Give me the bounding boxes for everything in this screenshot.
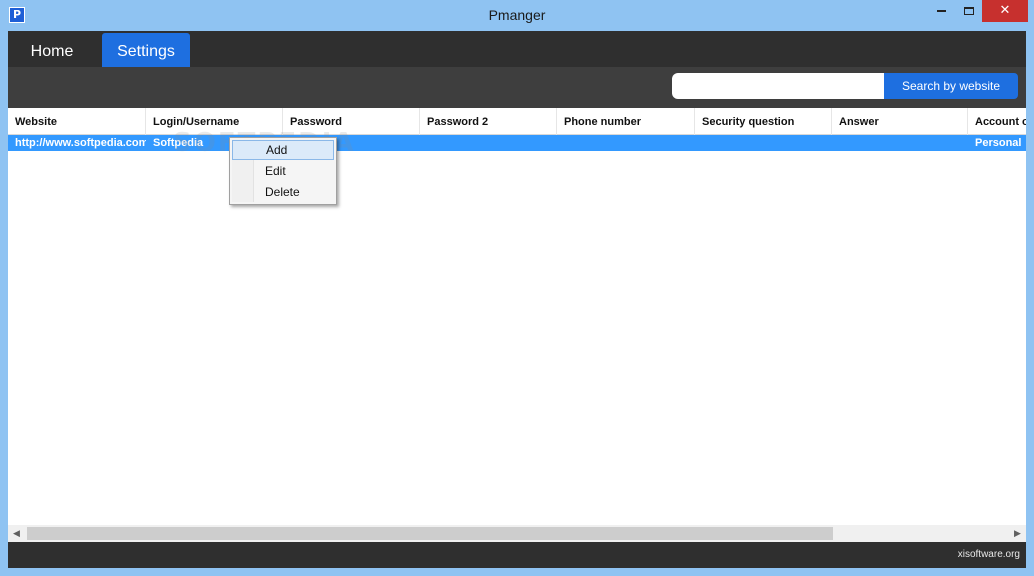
- close-icon: ✕: [999, 3, 1011, 18]
- context-menu: Add Edit Delete: [229, 137, 337, 205]
- context-menu-edit[interactable]: Edit: [232, 161, 334, 181]
- tab-bar: Home Settings: [8, 31, 1026, 67]
- minimize-icon: [936, 10, 946, 12]
- column-header-account[interactable]: Account o: [968, 108, 1026, 135]
- scroll-left-icon[interactable]: ◀: [8, 525, 25, 542]
- minimize-button[interactable]: [928, 0, 954, 22]
- cell-security-question: [695, 135, 832, 151]
- scrollbar-thumb[interactable]: [27, 527, 833, 540]
- footer-bar: xisoftware.org: [8, 542, 1026, 568]
- column-header-password2[interactable]: Password 2: [420, 108, 557, 135]
- search-by-website-button[interactable]: Search by website: [884, 73, 1018, 99]
- horizontal-scrollbar[interactable]: ◀ ▶: [8, 525, 1026, 542]
- scroll-right-icon[interactable]: ▶: [1009, 525, 1026, 542]
- context-menu-delete[interactable]: Delete: [232, 182, 334, 202]
- column-header-security-question[interactable]: Security question: [695, 108, 832, 135]
- cell-password2: [420, 135, 557, 151]
- maximize-button[interactable]: [956, 0, 982, 22]
- tab-settings[interactable]: Settings: [102, 33, 190, 67]
- column-header-website[interactable]: Website: [8, 108, 146, 135]
- cell-answer: [832, 135, 968, 151]
- column-header-answer[interactable]: Answer: [832, 108, 968, 135]
- search-toolbar: Search by website: [8, 67, 1026, 108]
- maximize-icon: [964, 7, 974, 15]
- close-button[interactable]: ✕: [982, 0, 1028, 22]
- context-menu-add[interactable]: Add: [232, 140, 334, 160]
- cell-website: http://www.softpedia.com: [15, 137, 146, 149]
- grid-header: Website Login/Username Password Password…: [8, 108, 1026, 135]
- main-client: Home Settings Search by website Website …: [8, 31, 1026, 568]
- search-input[interactable]: [672, 73, 886, 99]
- window-title: Pmanger: [488, 7, 546, 23]
- table-row[interactable]: http://www.softpedia.com Softpedia Perso…: [8, 135, 1026, 151]
- app-window: P Pmanger ✕ Home Settings Search by webs…: [0, 0, 1034, 576]
- cell-phone: [557, 135, 695, 151]
- column-header-phone[interactable]: Phone number: [557, 108, 695, 135]
- cell-account: Personal: [975, 137, 1022, 149]
- footer-credit: xisoftware.org: [957, 549, 1020, 560]
- tab-home[interactable]: Home: [8, 33, 96, 67]
- accounts-grid[interactable]: Website Login/Username Password Password…: [8, 108, 1026, 525]
- title-bar[interactable]: P Pmanger ✕: [0, 0, 1034, 31]
